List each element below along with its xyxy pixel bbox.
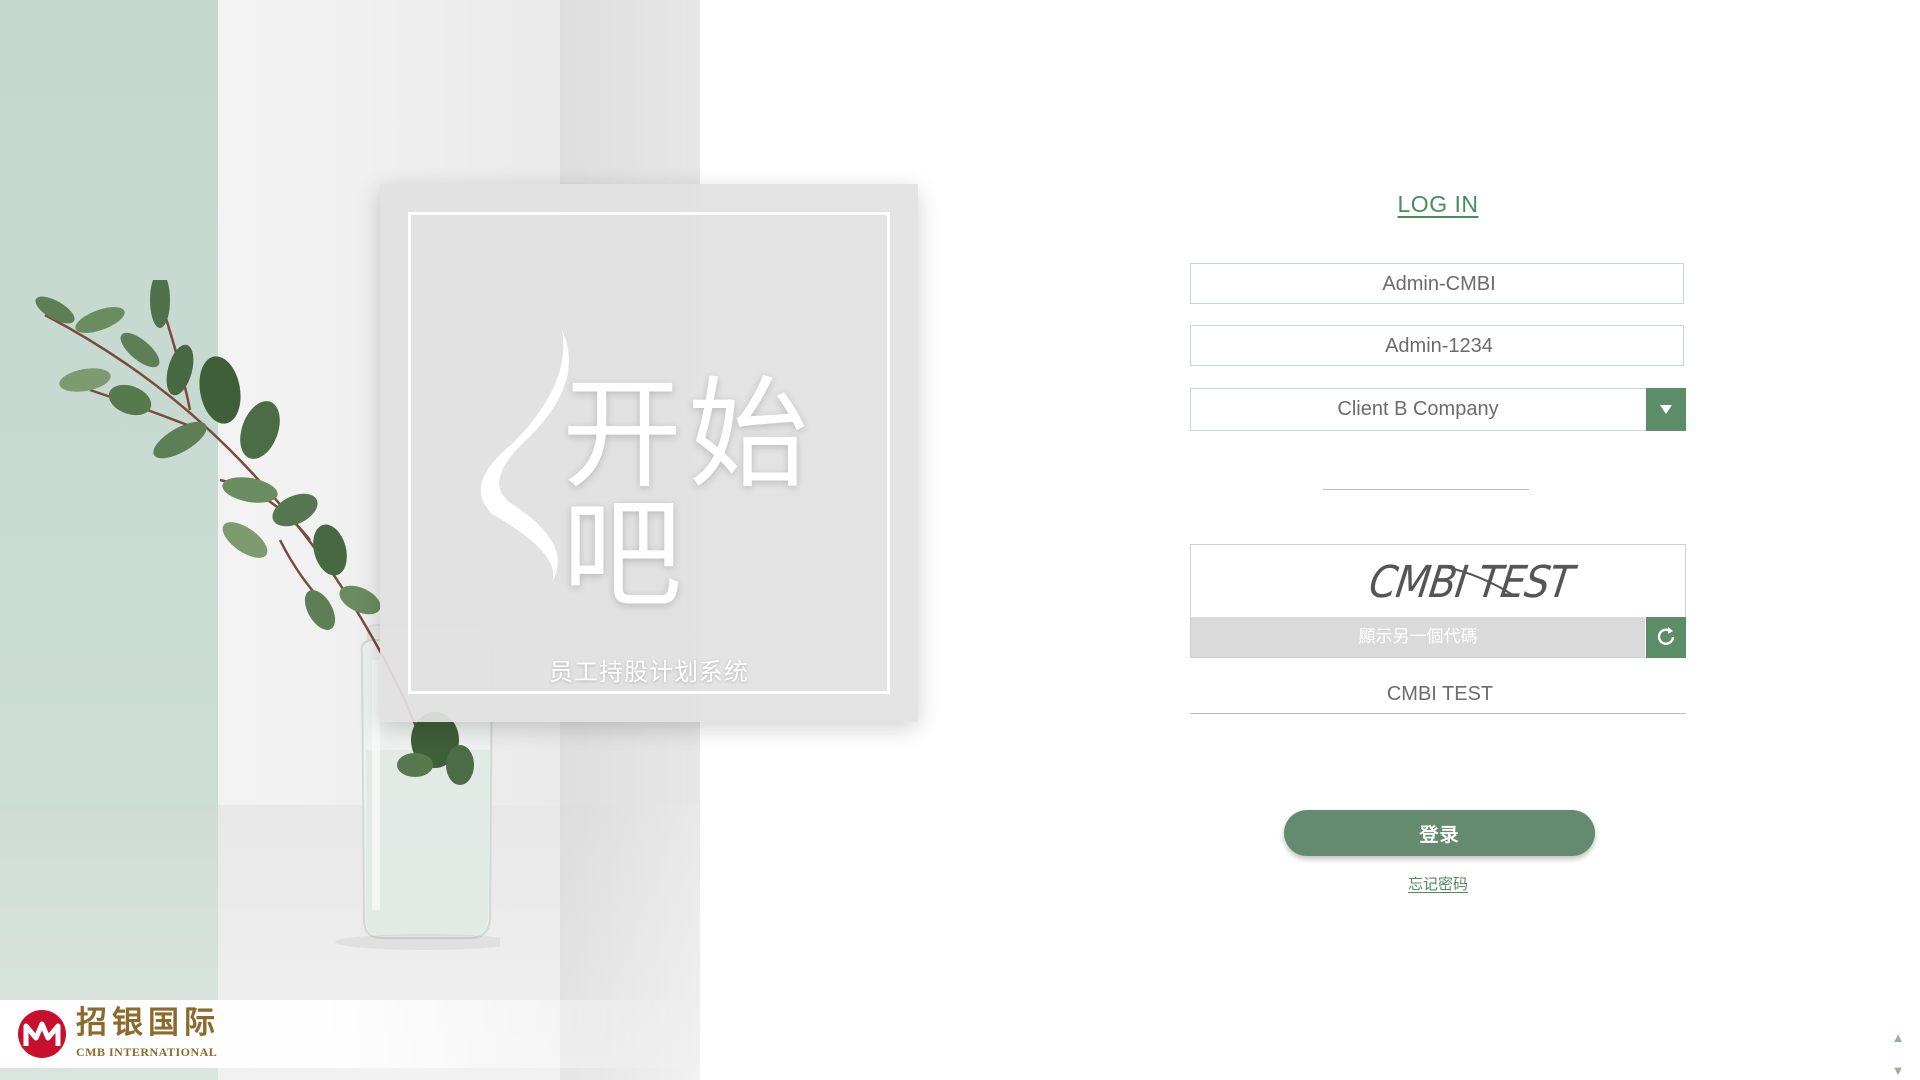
captcha-input[interactable] (1190, 674, 1690, 715)
captcha-refresh-bar[interactable]: 顯示另一個代碼 (1191, 617, 1645, 657)
username-field[interactable] (1190, 263, 1687, 305)
cmb-logo-icon (18, 1010, 66, 1058)
brand-name-en: CMB INTERNATIONAL (76, 1045, 218, 1059)
company-select[interactable]: Client B Company (1190, 388, 1686, 431)
login-button[interactable]: 登录 (1284, 810, 1595, 856)
refresh-icon[interactable] (1646, 617, 1686, 658)
brand-name-cn: 招银国际 (76, 1005, 220, 1041)
captcha-image: CMBI TEST (1366, 557, 1579, 608)
arrow-up-icon[interactable]: ▲ (1890, 1031, 1906, 1045)
password-field[interactable] (1190, 325, 1687, 367)
password-input[interactable] (1191, 326, 1687, 367)
captcha-image-text: CMBI TEST (1366, 557, 1579, 608)
login-title-text: LOG IN (1397, 191, 1479, 217)
forgot-password-link[interactable]: 忘记密码 (1408, 876, 1468, 893)
hero-subtitle: 员工持股计划系统 (549, 659, 749, 686)
captcha-field[interactable] (1190, 674, 1690, 715)
company-select-value: Client B Company (1337, 398, 1499, 420)
hero-card: 开始吧 员工持股计划系统 (380, 184, 918, 722)
chevron-down-icon[interactable] (1646, 388, 1686, 431)
captcha-box: CMBI TEST 顯示另一個代碼 (1190, 544, 1686, 658)
login-heading: LOG IN (1190, 191, 1686, 218)
username-input[interactable] (1191, 264, 1687, 305)
forgot-password: 忘记密码 (1190, 873, 1686, 894)
arrow-down-icon[interactable]: ▼ (1890, 1064, 1906, 1078)
hero-title: 开始吧 (562, 366, 814, 625)
form-divider (1323, 489, 1529, 490)
